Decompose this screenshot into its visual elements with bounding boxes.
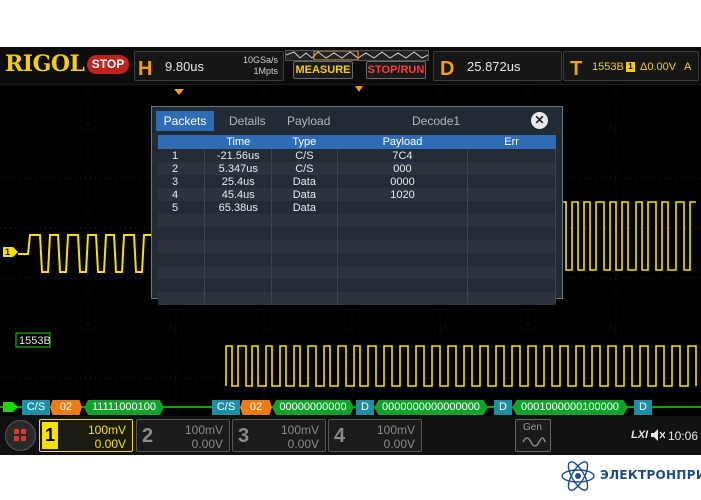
trigger-level: Δ0.00V [640, 61, 677, 73]
timebase-letter: H [138, 58, 153, 80]
channel-3-number: 3 [238, 425, 250, 447]
packets-table: Time Type Payload Err 1 -21.56us C/S 7C4 25… [158, 135, 556, 305]
bus-seg-addr[interactable]: 02 [50, 400, 82, 415]
table-row[interactable]: 5 65.38us Data [158, 201, 556, 214]
table-row [158, 266, 556, 279]
timebase-box[interactable]: H 9.80us 10GSa/s 1Mpts [134, 51, 284, 81]
channel-3-box[interactable]: 3 100mV 0.00V [232, 419, 326, 452]
ch1-offset-marker-label: 1 [5, 247, 10, 257]
run-state-badge[interactable]: STOP [87, 55, 129, 74]
delay-box[interactable]: D 25.872us [433, 51, 562, 81]
delay-value: 25.872us [467, 59, 521, 74]
close-icon[interactable]: ✕ [531, 112, 548, 129]
bus-seg-d[interactable]: D [634, 400, 652, 415]
table-row [158, 279, 556, 292]
tab-details[interactable]: Details [229, 114, 266, 128]
channel-2-offset: 0.00V [191, 437, 223, 451]
bus-seg-cs[interactable]: C/S [212, 400, 240, 415]
bottom-channel-bar: 1 100mV 0.00V 2 100mV 0.00V 3 100mV 0.00… [0, 416, 701, 455]
app-grid-icon [14, 429, 26, 441]
bus-seg-data[interactable]: 0000000000000000 [374, 400, 488, 415]
lxi-logo: LXI [631, 429, 649, 441]
tab-packets[interactable]: Packets [156, 111, 214, 131]
table-row [158, 227, 556, 240]
col-err: Err [467, 135, 556, 149]
channel-1-number: 1 [42, 422, 58, 449]
trigger-mode: A [684, 61, 692, 73]
footer-brand-text: ЭЛЕКТРОНПРИБОР [600, 468, 701, 482]
menu-button[interactable] [5, 420, 36, 451]
channel-1-offset: 0.00V [94, 437, 126, 451]
col-type: Type [271, 135, 338, 149]
oscilloscope-screen: RIGOL STOP H 9.80us 10GSa/s 1Mpts MEASUR… [0, 47, 701, 455]
channel-1-scale: 100mV [87, 423, 126, 437]
table-row[interactable]: 1 -21.56us C/S 7C4 [158, 149, 556, 162]
timebase-value: 9.80us [165, 59, 205, 74]
delay-letter: D [440, 58, 455, 80]
channel-2-scale: 100mV [184, 423, 223, 437]
col-time: Time [204, 135, 272, 149]
channel-3-scale: 100mV [280, 423, 319, 437]
tab-payload[interactable]: Payload [287, 114, 330, 128]
stop-run-button[interactable]: STOP/RUN [366, 61, 426, 79]
ch1-waveform-right [562, 201, 696, 271]
sine-wave-icon [522, 437, 546, 447]
table-row [158, 292, 556, 305]
bus-seg-data[interactable]: 11111000100 [84, 400, 164, 415]
bus-seg-addr[interactable]: 02 [240, 400, 272, 415]
bus-seg-data[interactable]: 00000000000 [272, 400, 354, 415]
bus-label: 1553B [19, 335, 51, 347]
trigger-box[interactable]: T 1553B 1 Δ0.00V A [563, 51, 699, 81]
rigol-logo: RIGOL [5, 51, 85, 77]
atom-logo-icon [561, 461, 595, 491]
channel-1-box[interactable]: 1 100mV 0.00V [39, 419, 133, 452]
bus-decode-row: C/S 02 11111000100 C/S 02 00000000000 D … [0, 400, 701, 416]
clock: 10:06 [668, 429, 699, 443]
decode-window-title: Decode1 [412, 114, 461, 128]
channel-4-scale: 100mV [376, 423, 415, 437]
bus-seg-cs[interactable]: C/S [22, 400, 50, 415]
channel-4-offset: 0.00V [383, 437, 415, 451]
channel-4-number: 4 [334, 425, 346, 447]
channel-2-box[interactable]: 2 100mV 0.00V [136, 419, 230, 452]
generator-button[interactable]: Gen [515, 419, 551, 452]
ch1-waveform-lower [225, 345, 697, 387]
memory-depth: 1Mpts [253, 66, 278, 76]
top-status-bar: RIGOL STOP H 9.80us 10GSa/s 1Mpts MEASUR… [0, 47, 701, 85]
channel-4-box[interactable]: 4 100mV 0.00V [328, 419, 422, 452]
trigger-source: 1553B [592, 61, 624, 73]
table-row[interactable]: 2 5.347us C/S 000 [158, 162, 556, 175]
table-row [158, 253, 556, 266]
speaker-mute-icon[interactable] [651, 429, 665, 441]
bus-seg-data[interactable]: 0001000000100000 [512, 400, 628, 415]
waveform-overview[interactable] [285, 50, 429, 61]
table-row [158, 214, 556, 227]
ch1-waveform [18, 234, 152, 273]
table-row[interactable]: 3 25.4us Data 0000 [158, 175, 556, 188]
col-payload: Payload [337, 135, 468, 149]
bus-seg-d[interactable]: D [494, 400, 512, 415]
table-row[interactable]: 4 45.4us Data 1020 [158, 188, 556, 201]
decode-tabs: Packets Details Payload Decode1 ✕ [152, 107, 562, 133]
measure-button[interactable]: MEASURE [293, 61, 353, 79]
trigger-channel-badge: 1 [626, 62, 635, 72]
decode-packets-window[interactable]: Packets Details Payload Decode1 ✕ Time T… [151, 106, 563, 305]
channel-2-number: 2 [142, 425, 154, 447]
col-num [158, 135, 205, 149]
bus-seg-d[interactable]: D [356, 400, 374, 415]
trigger-letter: T [570, 58, 583, 80]
table-row [158, 240, 556, 253]
delay-position-marker[interactable] [355, 86, 363, 92]
sample-rate: 10GSa/s [242, 55, 278, 65]
channel-3-offset: 0.00V [287, 437, 319, 451]
